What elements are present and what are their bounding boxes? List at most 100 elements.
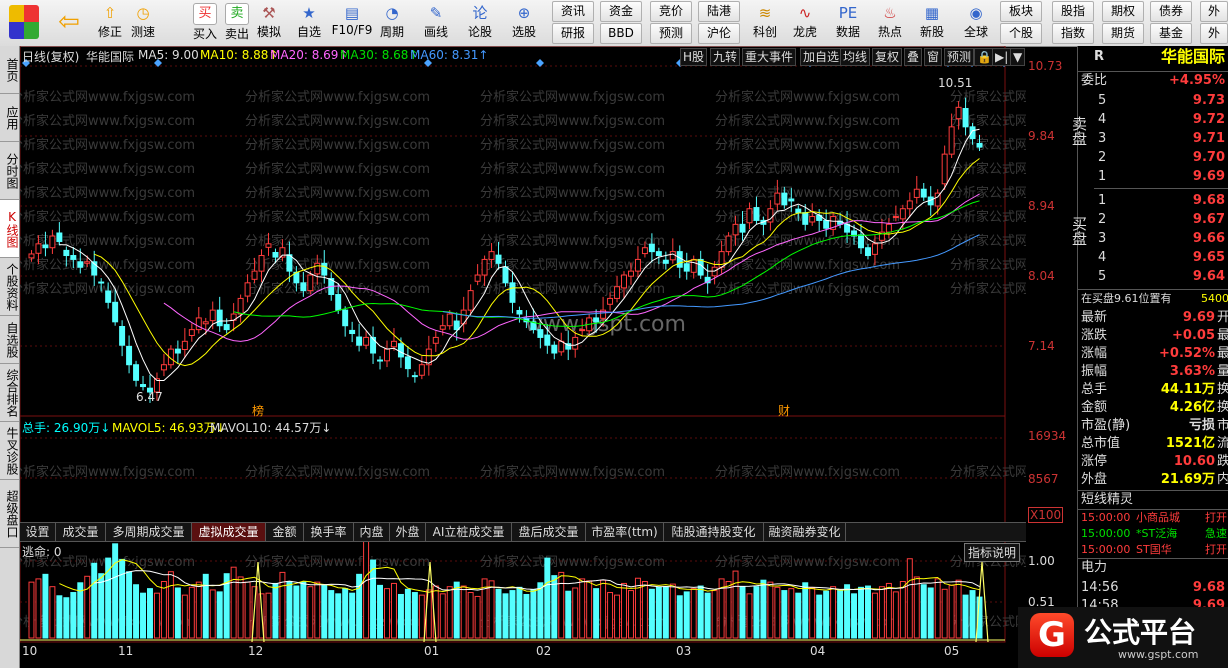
back-arrow-icon[interactable]: ⇦ (52, 0, 86, 44)
logo-text: 公式平台 (1084, 616, 1197, 649)
chart-tag-button[interactable]: 窗 (924, 48, 943, 66)
toolbar-button-clock[interactable]: ◷ 测速 (126, 0, 160, 44)
indicator-tab[interactable]: 金额 (266, 523, 304, 541)
kline-chart-panel[interactable]: 分析家公式网www.fxjgsw.com 分析家公式网www.fxjgsw.com… (20, 46, 1066, 668)
leftnav-item-7[interactable]: 牛叉诊股 (0, 422, 19, 480)
indicator-tab[interactable]: 融资融券变化 (764, 523, 846, 541)
candle-body (669, 251, 676, 261)
indicator-tab[interactable]: 多周期成交量 (106, 523, 192, 541)
toolbar-small-button[interactable]: 资金 (600, 1, 642, 22)
toolbar-small-button[interactable]: 债券 (1150, 1, 1192, 22)
toolbar-button-pen[interactable]: ✎ 画线 (418, 0, 454, 44)
indicator-tab[interactable]: 成交量 (56, 523, 106, 541)
event-mark-cai[interactable]: 财 (778, 402, 790, 419)
buy-level-row[interactable]: 4 9.65 (1078, 249, 1228, 267)
sell-level-row[interactable]: 5 9.73 (1078, 92, 1228, 110)
sell-level-row[interactable]: 2 9.70 (1078, 149, 1228, 167)
toolbar-small-button[interactable]: 股指 (1052, 1, 1094, 22)
sprite-title-row[interactable]: 短线精灵 (1078, 490, 1228, 510)
sell-level-row[interactable]: 3 9.71 (1078, 130, 1228, 148)
event-mark-bang[interactable]: 榜 (252, 402, 264, 419)
expand-icon[interactable]: ▶| (992, 48, 1012, 66)
toolbar-button-kechuang[interactable]: ≋ 科创 (748, 0, 782, 44)
chart-tag-button[interactable]: 预测 (944, 48, 975, 66)
toolbar-button-period[interactable]: ◔ 周期 (372, 0, 412, 44)
indicator-tab[interactable]: 设置 (20, 523, 56, 541)
chart-tag-button[interactable]: 加自选 (800, 48, 843, 66)
leftnav-item-3[interactable]: K线图 (0, 200, 19, 258)
level-price: 9.71 (1192, 131, 1225, 146)
toolbar-small-button[interactable]: 指数 (1052, 23, 1094, 44)
buy-level-row[interactable]: 3 9.66 (1078, 230, 1228, 248)
toolbar-small-button[interactable]: 期权 (1102, 1, 1144, 22)
toolbar-button-discuss[interactable]: 论论股 (462, 0, 498, 44)
chart-tag-button[interactable]: 复权 (872, 48, 903, 66)
toolbar-button-up[interactable]: ⇧ 修正 (96, 0, 124, 44)
dropdown-icon[interactable]: ▼ (1010, 48, 1026, 66)
chart-tag-button[interactable]: H股 (680, 48, 708, 66)
indicator-help-button[interactable]: 指标说明 (964, 543, 1021, 562)
toolbar-button-sell[interactable]: 卖卖出 (222, 0, 252, 44)
toolbar-button-pe[interactable]: PE 数据 (830, 0, 866, 44)
leftnav-item-8[interactable]: 超级盘口 (0, 480, 19, 548)
chart-tag-button[interactable]: 均线 (840, 48, 871, 66)
sector-row[interactable]: 电力 (1078, 558, 1228, 577)
watermark-text: 分析家公式网www.fxjgsw.com (245, 113, 430, 129)
toolbar-small-button[interactable]: 基金 (1150, 23, 1192, 44)
indicator-tab[interactable]: AI立桩成交量 (426, 523, 512, 541)
leftnav-item-1[interactable]: 应用 (0, 94, 19, 142)
toolbar-button-dragon[interactable]: ∿ 龙虎 (786, 0, 824, 44)
candle-body (920, 188, 927, 198)
toolbar-button-newstock[interactable]: ▦ 新股 (914, 0, 950, 44)
toolbar-button-globe[interactable]: ◉ 全球 (956, 0, 996, 44)
toolbar-small-button[interactable]: 陆港 (698, 1, 740, 22)
toolbar-button-hammer[interactable]: ⚒ 模拟 (254, 0, 284, 44)
volume-bar (167, 571, 174, 639)
stat-label: 市盈(静) (1081, 418, 1131, 433)
toolbar-button-star[interactable]: ★ 自选 (290, 0, 328, 44)
volume-bar (809, 587, 816, 639)
stat-value: 亏损 (1188, 418, 1215, 433)
indicator-tab[interactable]: 虚拟成交量 (192, 523, 266, 541)
leftnav-item-0[interactable]: 首页 (0, 46, 19, 94)
leftnav-item-4[interactable]: 个股资料 (0, 258, 19, 316)
buy-level-row[interactable]: 2 9.67 (1078, 211, 1228, 229)
indicator-tab[interactable]: 内盘 (354, 523, 390, 541)
kline-chart-svg[interactable]: 分析家公式网www.fxjgsw.com 分析家公式网www.fxjgsw.com… (20, 46, 1026, 668)
watermark-text: 分析家公式网www.fxjgsw.com (480, 113, 665, 129)
leftnav-item-5[interactable]: 自选股 (0, 316, 19, 364)
sell-level-row[interactable]: 4 9.72 (1078, 111, 1228, 129)
leftnav-item-6[interactable]: 综合排名 (0, 364, 19, 422)
toolbar-button-hot[interactable]: ♨ 热点 (872, 0, 908, 44)
indicator-tab[interactable]: 盘后成交量 (512, 523, 586, 541)
toolbar-small-button[interactable]: 板块 (1000, 1, 1042, 22)
toolbar-small-button[interactable]: 个股 (1000, 23, 1042, 44)
toolbar-button-search[interactable]: ⊕ 选股 (502, 0, 546, 44)
toolbar-small-button[interactable]: 预测 (650, 23, 692, 44)
candle-body (976, 142, 983, 148)
toolbar-small-button[interactable]: 研报 (552, 23, 594, 44)
toolbar-small-button[interactable]: 外 (1200, 23, 1228, 44)
toolbar-small-button[interactable]: 沪伦 (698, 23, 740, 44)
toolbar-small-button[interactable]: BBD (600, 23, 642, 44)
leftnav-item-2[interactable]: 分时图 (0, 142, 19, 200)
buy-level-row[interactable]: 5 9.64 (1078, 268, 1228, 286)
chart-tag-button[interactable]: 九转 (710, 48, 741, 66)
indicator-tab[interactable]: 市盈率(ttm) (586, 523, 664, 541)
sprite-row[interactable]: 15:00:00 ST国华 打开 (1078, 541, 1228, 559)
toolbar-button-buy[interactable]: 买买入 (190, 0, 220, 44)
sell-level-row[interactable]: 1 9.69 (1078, 168, 1228, 186)
indicator-tab[interactable]: 外盘 (390, 523, 426, 541)
stat-extra: 量 (1217, 364, 1228, 379)
indicator-tab[interactable]: 陆股通持股变化 (664, 523, 764, 541)
chart-tag-button[interactable]: 重大事件 (742, 48, 797, 66)
toolbar-small-button[interactable]: 外 (1200, 1, 1228, 22)
toolbar-small-button[interactable]: 资讯 (552, 1, 594, 22)
toolbar-button-f10[interactable]: ▤ F10/F9 (330, 0, 374, 44)
buy-level-row[interactable]: 1 9.68 (1078, 192, 1228, 210)
app-logo-icon[interactable] (4, 0, 44, 44)
indicator-tab[interactable]: 换手率 (304, 523, 354, 541)
toolbar-small-button[interactable]: 期货 (1102, 23, 1144, 44)
toolbar-small-button[interactable]: 竞价 (650, 1, 692, 22)
chart-tag-button[interactable]: 叠 (904, 48, 923, 66)
